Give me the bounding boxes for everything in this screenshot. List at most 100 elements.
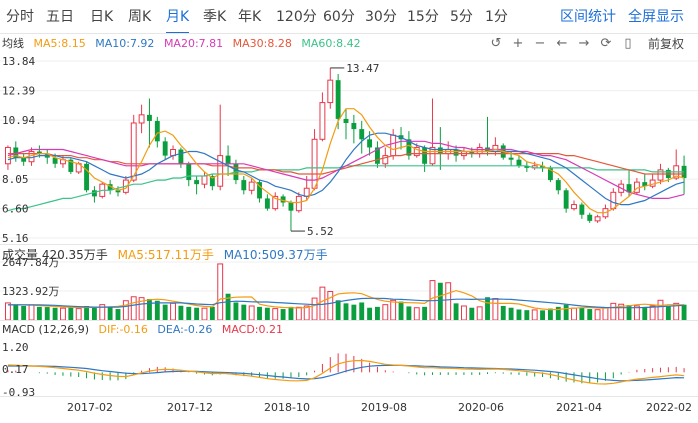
volume-bar (406, 306, 412, 320)
date-tick-label: 2022-02 (646, 401, 692, 414)
volume-bar (272, 308, 279, 321)
volume-bar (44, 307, 50, 320)
high-price-label: 13.47 (346, 62, 379, 75)
volume-bar (375, 306, 380, 320)
kline-chart[interactable]: 13.84 12.39 10.94 8.05 6.60 5.16 13.47 5.52 2647… (0, 0, 698, 423)
volume-bar (122, 300, 129, 321)
volume-bar (594, 309, 601, 321)
volume-bar (288, 306, 294, 320)
candle-body (563, 190, 569, 209)
macd-tick-label: 1.20 (2, 341, 29, 354)
candle-body (225, 155, 231, 164)
ma30-line (7, 153, 685, 175)
volume-bar (540, 310, 545, 320)
candle-body (422, 147, 428, 164)
macd-tick-label: -0.93 (2, 386, 35, 399)
volume-bar (311, 297, 318, 321)
candle-body (241, 180, 247, 191)
candle-body (437, 147, 443, 154)
volume-bar (571, 307, 577, 321)
price-tick-label: 10.94 (2, 114, 35, 127)
macd-divider (0, 320, 698, 321)
date-tick-label: 2017-02 (67, 401, 113, 414)
volume-bar (398, 301, 404, 320)
candle-body (303, 187, 310, 197)
volume-bar (107, 306, 113, 320)
volume-bar (162, 304, 168, 320)
candle-body (288, 202, 294, 211)
volume-bar (485, 297, 490, 320)
volume-bar (130, 296, 137, 321)
candle-body (571, 204, 577, 210)
date-tick-label: 2019-08 (361, 401, 407, 414)
volume-bar (217, 263, 224, 321)
volume-bar (500, 305, 506, 320)
volume-bar (209, 306, 215, 320)
volume-bar (115, 309, 121, 320)
volume-bar (52, 307, 58, 320)
volume-bar (233, 302, 239, 320)
price-tick-label: 6.60 (2, 203, 29, 216)
volume-bar (579, 307, 585, 320)
volume-bar (563, 304, 569, 320)
date-tick-label: 2017-12 (167, 401, 213, 414)
candle-body (508, 157, 514, 160)
candle-body (476, 146, 483, 155)
volume-bar (351, 304, 357, 320)
candle-body (594, 216, 601, 222)
volume-bar (154, 300, 160, 320)
volume-bar (422, 306, 428, 320)
price-tick-label: 13.84 (2, 55, 35, 68)
low-price-label: 5.52 (307, 225, 334, 238)
volume-bar (343, 303, 349, 320)
volume-bar (492, 298, 499, 321)
volume-bar (649, 305, 656, 321)
candle-body (390, 134, 397, 157)
candle-body (343, 118, 349, 123)
date-tick-label: 2021-04 (556, 401, 602, 414)
candle-body (84, 163, 89, 191)
candle-body (295, 195, 302, 212)
candle-body (516, 159, 522, 166)
volume-bar (178, 305, 184, 320)
volume-bar (390, 299, 397, 321)
price-tick-label: 12.39 (2, 85, 35, 98)
candle-body (138, 114, 145, 124)
volume-bar (413, 307, 420, 321)
candle-body (201, 175, 208, 185)
candle-body (359, 129, 365, 140)
volume-bar (657, 299, 664, 321)
volume-bar (319, 286, 326, 321)
volume-bar (257, 306, 262, 320)
volume-bar (382, 304, 389, 321)
volume-bar (147, 298, 152, 320)
candle-body (186, 163, 192, 181)
macd-tick-label: 0.17 (2, 363, 29, 376)
volume-bar (665, 306, 671, 320)
date-tick-label: 2018-10 (264, 401, 310, 414)
candle-body (351, 122, 357, 130)
volume-tick-label: 2647.84万 (2, 256, 59, 269)
candle-body (327, 79, 334, 104)
candle-body (367, 139, 373, 148)
volume-bar (516, 309, 522, 320)
volume-bar (681, 304, 687, 320)
volume-bar (13, 304, 19, 320)
candle-body (335, 80, 341, 119)
volume-bar (170, 302, 176, 321)
volume-bar (445, 282, 452, 321)
candle-body (492, 144, 499, 153)
candle-body (610, 191, 617, 210)
candle-body (555, 180, 561, 191)
candle-body (147, 114, 152, 121)
candle-body (264, 198, 270, 209)
volume-bar (453, 303, 459, 320)
date-tick-label: 2020-06 (458, 401, 504, 414)
candle-body (587, 214, 593, 221)
candle-body (311, 138, 318, 189)
volume-bar (327, 291, 334, 321)
volume-bar (248, 305, 255, 321)
volume-bar (280, 309, 286, 320)
volume-divider (0, 244, 698, 245)
volume-bar (335, 300, 341, 320)
